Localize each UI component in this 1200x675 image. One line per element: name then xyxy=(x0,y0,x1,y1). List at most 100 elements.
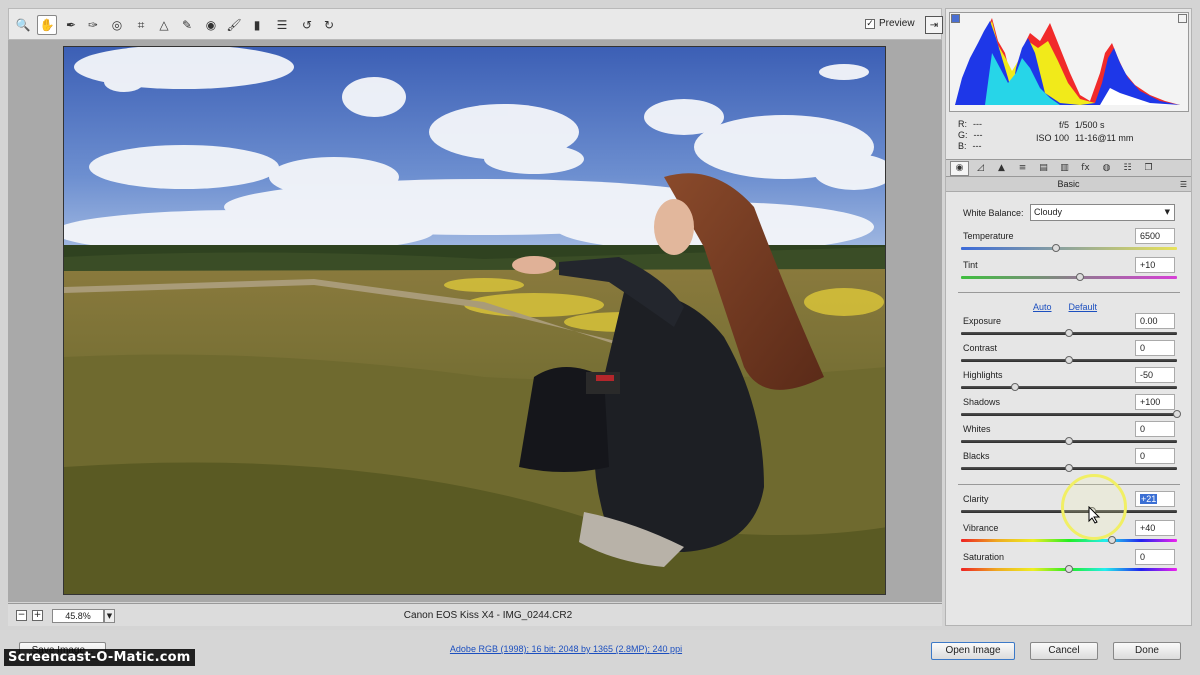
shadows-label: Shadows xyxy=(963,397,1001,407)
tab-hsl[interactable]: ≡ xyxy=(1013,161,1032,176)
red-eye-tool-button[interactable]: ◉ xyxy=(201,15,221,35)
shadows-value-field[interactable]: +100 xyxy=(1135,394,1175,410)
preview-toggle[interactable]: ✓ Preview xyxy=(865,18,915,29)
tab-tone-curve[interactable]: ◿ xyxy=(971,161,990,176)
zoom-tool-button[interactable]: 🔍 xyxy=(13,15,33,35)
shadows-value: +100 xyxy=(1140,397,1161,407)
highlights-slider: Highlights -50 xyxy=(961,367,1177,397)
cancel-button[interactable]: Cancel xyxy=(1030,642,1098,660)
file-name: Canon EOS Kiss X4 - IMG_0244.CR2 xyxy=(403,610,573,621)
temperature-value: 6500 xyxy=(1140,231,1161,241)
tab-lens-corrections[interactable]: ▥ xyxy=(1055,161,1074,176)
vibrance-thumb[interactable] xyxy=(1108,536,1117,544)
exposure-value-field[interactable]: 0.00 xyxy=(1135,313,1175,329)
tint-value-field[interactable]: +10 xyxy=(1135,257,1175,273)
white-balance-select[interactable]: Cloudy ▼ xyxy=(1030,204,1175,221)
saturation-slider: Saturation 0 xyxy=(961,549,1177,579)
histogram xyxy=(949,12,1189,112)
shadow-clipping-warning[interactable] xyxy=(951,14,960,23)
contrast-thumb[interactable] xyxy=(1065,356,1073,364)
tab-snapshots[interactable]: ❐ xyxy=(1139,161,1158,176)
zoom-level[interactable]: 45.8% xyxy=(52,609,104,623)
whites-thumb[interactable] xyxy=(1065,437,1073,445)
zoom-in-button[interactable]: + xyxy=(32,610,43,621)
hand-tool-icon: ✋ xyxy=(39,18,55,32)
crop-tool-button[interactable]: ⌗ xyxy=(131,15,151,35)
temperature-track[interactable] xyxy=(961,247,1177,250)
done-button[interactable]: Done xyxy=(1113,642,1181,660)
highlights-value-field[interactable]: -50 xyxy=(1135,367,1175,383)
fullscreen-icon: ⇥ xyxy=(929,19,939,31)
tab-camera-calibration[interactable]: ◍ xyxy=(1097,161,1116,176)
lens-corrections-icon: ▥ xyxy=(1060,163,1069,173)
contrast-value-field[interactable]: 0 xyxy=(1135,340,1175,356)
effects-icon: fx xyxy=(1081,163,1090,173)
tab-detail[interactable]: ▲ xyxy=(992,161,1011,176)
tab-effects[interactable]: fx xyxy=(1076,161,1095,176)
highlights-thumb[interactable] xyxy=(1011,383,1019,391)
highlights-value: -50 xyxy=(1140,370,1154,380)
graduated-filter-tool-button[interactable]: ▮ xyxy=(247,15,267,35)
preferences-tool-button[interactable]: ☰ xyxy=(272,15,292,35)
highlights-track[interactable] xyxy=(961,386,1177,389)
whites-value-field[interactable]: 0 xyxy=(1135,421,1175,437)
fullscreen-button[interactable]: ⇥ xyxy=(925,16,943,34)
rotate-right-tool-icon: ↻ xyxy=(323,18,335,32)
tab-presets[interactable]: ☷ xyxy=(1118,161,1137,176)
divider xyxy=(958,484,1180,485)
exposure-thumb[interactable] xyxy=(1065,329,1073,337)
clarity-track[interactable] xyxy=(961,510,1177,513)
tint-value: +10 xyxy=(1140,260,1156,270)
open-image-button[interactable]: Open Image xyxy=(931,642,1015,660)
tint-slider: Tint +10 xyxy=(961,257,1177,287)
rotate-left-tool-button[interactable]: ↺ xyxy=(297,15,317,35)
hsl-icon: ≡ xyxy=(1018,163,1027,173)
red-eye-tool-icon: ◉ xyxy=(205,18,217,32)
clarity-value-field[interactable]: +21 xyxy=(1135,491,1175,507)
panel-menu-icon[interactable]: ☰ xyxy=(1180,177,1187,192)
histogram-graph xyxy=(955,18,1180,105)
clarity-slider: Clarity +21 xyxy=(961,491,1177,521)
shadows-track[interactable] xyxy=(961,413,1177,416)
blacks-value-field[interactable]: 0 xyxy=(1135,448,1175,464)
saturation-value: 0 xyxy=(1140,552,1146,562)
saturation-thumb[interactable] xyxy=(1065,565,1073,573)
workflow-options-link[interactable]: Adobe RGB (1998); 16 bit; 2048 by 1365 (… xyxy=(440,644,692,654)
vibrance-value: +40 xyxy=(1140,523,1156,533)
spot-removal-tool-button[interactable]: ✎ xyxy=(177,15,197,35)
default-link[interactable]: Default xyxy=(1069,302,1098,312)
tint-label: Tint xyxy=(963,260,978,270)
photo-preview[interactable] xyxy=(63,46,886,595)
exposure-value: 0.00 xyxy=(1140,316,1158,326)
targeted-adjustment-tool-button[interactable]: ◎ xyxy=(107,15,127,35)
zoom-out-button[interactable]: − xyxy=(16,610,27,621)
white-balance-tool-button[interactable]: ✒ xyxy=(61,15,81,35)
straighten-tool-button[interactable]: △ xyxy=(154,15,174,35)
auto-link[interactable]: Auto xyxy=(1033,302,1052,312)
tab-split-toning[interactable]: ▤ xyxy=(1034,161,1053,176)
saturation-value-field[interactable]: 0 xyxy=(1135,549,1175,565)
white-balance-value: Cloudy xyxy=(1034,207,1063,217)
preview-checkbox[interactable]: ✓ xyxy=(865,18,875,29)
shadows-thumb[interactable] xyxy=(1173,410,1181,418)
rotate-left-tool-icon: ↺ xyxy=(301,18,313,32)
tint-thumb[interactable] xyxy=(1075,273,1084,281)
blacks-thumb[interactable] xyxy=(1065,464,1073,472)
vibrance-track[interactable] xyxy=(961,539,1177,542)
whites-label: Whites xyxy=(963,424,991,434)
image-info: R: --- G: --- B: --- f/5 1/500 s ISO 100 11-1… xyxy=(946,113,1191,163)
temperature-thumb[interactable] xyxy=(1052,244,1061,252)
highlight-clipping-warning[interactable] xyxy=(1178,14,1187,23)
color-sampler-tool-button[interactable]: ✑ xyxy=(83,15,103,35)
temperature-value-field[interactable]: 6500 xyxy=(1135,228,1175,244)
blacks-value: 0 xyxy=(1140,451,1146,461)
clarity-value: +21 xyxy=(1140,494,1158,504)
tint-track[interactable] xyxy=(961,276,1177,279)
rotate-right-tool-button[interactable]: ↻ xyxy=(319,15,339,35)
adjustment-brush-tool-button[interactable]: 🖌 xyxy=(224,15,244,35)
vibrance-value-field[interactable]: +40 xyxy=(1135,520,1175,536)
hand-tool-button[interactable]: ✋ xyxy=(37,15,57,35)
tab-basic[interactable]: ◉ xyxy=(950,160,969,176)
tone-curve-icon: ◿ xyxy=(977,163,984,173)
zoom-dropdown[interactable]: ▼ xyxy=(104,609,115,623)
